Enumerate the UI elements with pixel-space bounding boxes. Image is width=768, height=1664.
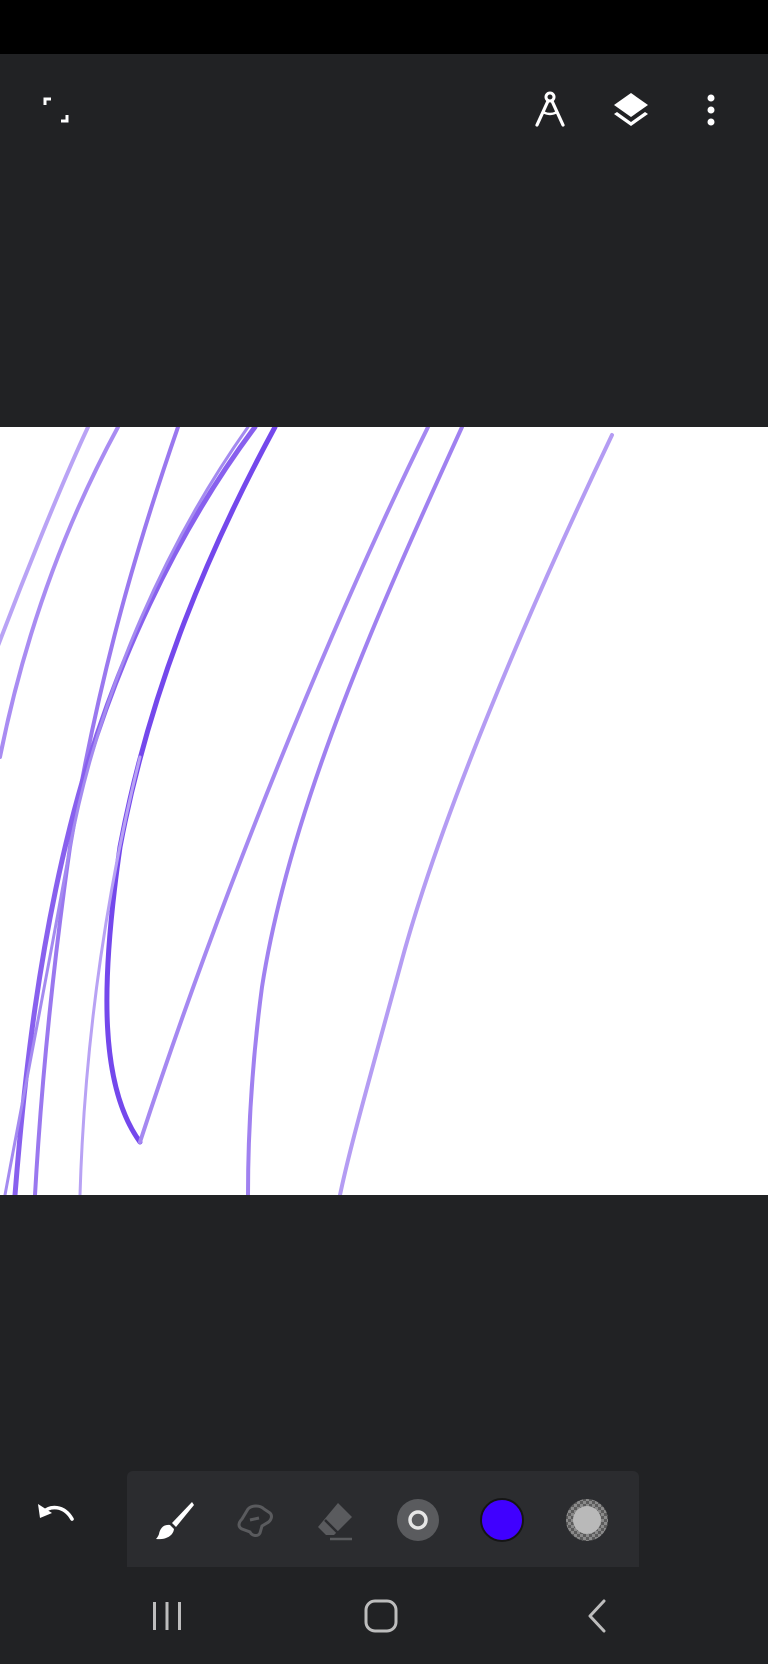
brush-size-icon [397,1499,439,1541]
top-app-bar [0,54,768,170]
brush-size-tool[interactable] [391,1493,445,1547]
drawing-canvas[interactable] [0,427,768,1195]
compass-icon [535,91,565,127]
system-navigation-bar [0,1567,768,1664]
drawing-strokes [0,427,614,1195]
undo-icon [38,1504,74,1521]
smudge-icon [237,1504,273,1537]
brush-stroke [338,433,614,1195]
status-bar [0,0,768,54]
recent-apps-button[interactable] [137,1589,197,1643]
color-picker-tool[interactable] [475,1493,529,1547]
drawing-app-screen [0,0,768,1664]
brush-stroke [33,427,180,1195]
symmetry-compass-button[interactable] [524,84,576,136]
home-button[interactable] [351,1589,411,1643]
undo-button[interactable] [28,1488,84,1544]
more-options-button[interactable] [685,84,737,136]
brush-tool[interactable] [148,1493,202,1547]
opacity-tool[interactable] [560,1493,614,1547]
layers-icon [614,93,648,126]
back-icon [588,1599,606,1633]
fullscreen-icon [43,97,69,123]
home-icon [364,1599,398,1633]
brush-icon [156,1502,194,1540]
fullscreen-button[interactable] [30,84,82,136]
recent-apps-icon [153,1602,181,1630]
layers-button[interactable] [605,84,657,136]
eraser-tool[interactable] [308,1493,362,1547]
color-swatch-icon [480,1498,524,1542]
eraser-icon [318,1503,352,1541]
drawing-toolbar [127,1471,639,1567]
smudge-tool[interactable] [228,1493,282,1547]
back-button[interactable] [567,1589,627,1643]
opacity-icon [566,1499,608,1541]
more-vert-icon [707,94,715,126]
brush-stroke [246,427,464,1195]
brush-stroke [0,427,90,647]
